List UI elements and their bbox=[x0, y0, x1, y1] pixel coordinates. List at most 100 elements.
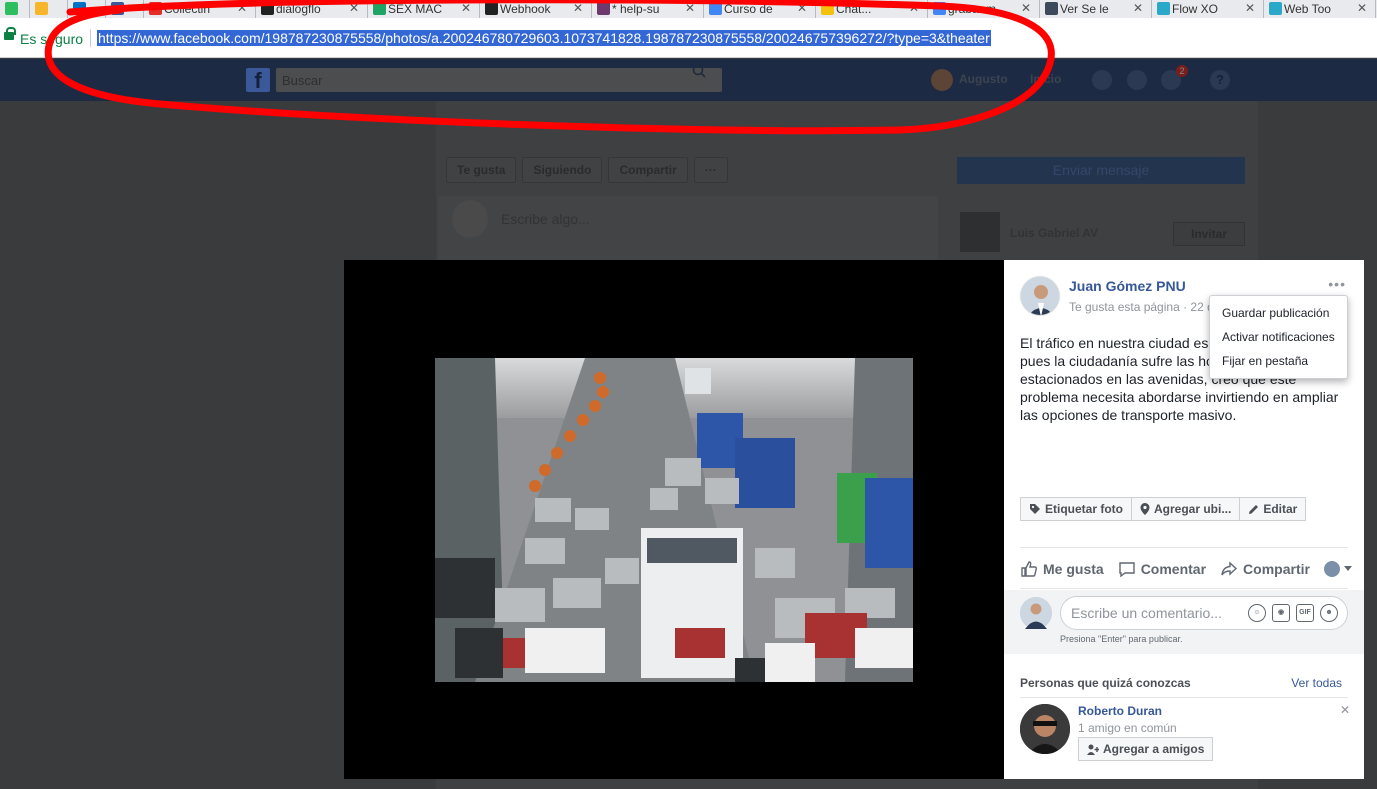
facebook-icon bbox=[111, 2, 124, 15]
suggested-person-photo bbox=[960, 212, 1000, 252]
author-avatar[interactable] bbox=[1020, 276, 1060, 316]
browser-tab-label: Web Too bbox=[1284, 2, 1331, 16]
facebook-header: f Buscar Augusto Inicio 2 ? bbox=[0, 59, 1377, 101]
comment-label: Comentar bbox=[1140, 561, 1207, 577]
write-post-box[interactable] bbox=[438, 196, 938, 260]
add-friend-button[interactable]: Agregar a amigos bbox=[1078, 737, 1214, 761]
like-label: Me gusta bbox=[1043, 561, 1104, 577]
more-options-icon[interactable]: ••• bbox=[1328, 276, 1346, 292]
browser-tab-label: Chat... bbox=[836, 2, 872, 16]
tab-close-icon[interactable]: ✕ bbox=[909, 1, 919, 15]
edit-button[interactable]: Editar bbox=[1240, 497, 1307, 521]
browser-tab[interactable]: * help-su ✕ bbox=[592, 0, 704, 18]
video-icon bbox=[1045, 2, 1058, 15]
post-as-selector[interactable] bbox=[1323, 561, 1352, 577]
user-name-link[interactable]: Augusto bbox=[959, 72, 1008, 86]
tab-close-icon[interactable]: ✕ bbox=[349, 1, 359, 15]
suggested-friend-name[interactable]: Roberto Duran bbox=[1078, 704, 1162, 718]
tab-close-icon[interactable]: ✕ bbox=[461, 1, 471, 15]
gif-icon[interactable]: GIF bbox=[1296, 604, 1314, 622]
flowxo-icon bbox=[1269, 2, 1282, 15]
tag-photo-label: Etiquetar foto bbox=[1045, 502, 1123, 516]
browser-tab[interactable]: Flow XO ✕ bbox=[1152, 0, 1264, 18]
messenger-icon[interactable] bbox=[1127, 70, 1147, 90]
suggested-friend-photo-icon bbox=[1020, 704, 1070, 754]
author-name-link[interactable]: Juan Gómez PNU bbox=[1069, 278, 1186, 294]
close-icon[interactable]: ✕ bbox=[1340, 703, 1350, 717]
page-following-button[interactable]: Siguiendo bbox=[522, 157, 603, 183]
help-icon[interactable]: ? bbox=[1210, 70, 1230, 90]
browser-tab[interactable]: Collectin ✕ bbox=[144, 0, 256, 18]
comment-composer: Escribe un comentario... ☺ ◉ GIF ☻ Presi… bbox=[1004, 590, 1364, 654]
invite-button[interactable]: Invitar bbox=[1173, 222, 1245, 246]
search-icon[interactable] bbox=[692, 64, 706, 78]
facebook-search-input[interactable]: Buscar bbox=[276, 68, 722, 92]
add-location-button[interactable]: Agregar ubi... bbox=[1132, 497, 1241, 521]
browser-tab[interactable]: Web Too ✕ bbox=[1264, 0, 1376, 18]
mutual-friends-count[interactable]: 1 amigo en común bbox=[1078, 721, 1177, 735]
evernote-icon bbox=[5, 2, 18, 15]
location-pin-icon bbox=[1140, 503, 1150, 515]
like-button[interactable]: Me gusta bbox=[1020, 560, 1104, 578]
tab-close-icon[interactable]: ✕ bbox=[237, 1, 247, 15]
browser-tab[interactable]: Chat... ✕ bbox=[816, 0, 928, 18]
browser-tab[interactable]: grabar m ✕ bbox=[928, 0, 1040, 18]
write-post-placeholder[interactable]: Escribe algo... bbox=[501, 211, 590, 227]
traffic-photo[interactable] bbox=[435, 358, 913, 682]
author-photo-icon bbox=[1021, 277, 1059, 315]
facebook-logo-icon[interactable]: f bbox=[246, 68, 270, 93]
browser-tab[interactable] bbox=[68, 0, 106, 18]
send-message-button[interactable]: Enviar mensaje bbox=[957, 157, 1245, 184]
address-bar[interactable]: Es seguro https://www.facebook.com/19878… bbox=[0, 18, 1377, 58]
comment-button[interactable]: Comentar bbox=[1118, 560, 1206, 578]
page-share-button[interactable]: Compartir bbox=[608, 157, 688, 183]
browser-tab-label: * help-su bbox=[612, 2, 660, 16]
tab-close-icon[interactable]: ✕ bbox=[1357, 1, 1367, 15]
menu-item-enable-notifications[interactable]: Activar notificaciones bbox=[1210, 325, 1347, 349]
composer-avatar bbox=[452, 200, 488, 238]
tab-close-icon[interactable]: ✕ bbox=[1245, 1, 1255, 15]
browser-tab[interactable] bbox=[106, 0, 144, 18]
friend-requests-icon[interactable] bbox=[1092, 70, 1112, 90]
browser-tab[interactable]: SEX MAC ✕ bbox=[368, 0, 480, 18]
user-avatar[interactable] bbox=[931, 69, 953, 91]
browser-tab-label: Collectin bbox=[164, 2, 211, 16]
photo-details-panel: Juan Gómez PNU Te gusta esta página · 22… bbox=[1004, 260, 1364, 779]
browser-tab-label: Webhook bbox=[500, 2, 551, 16]
keep-icon bbox=[35, 2, 48, 15]
browser-tab[interactable]: Webhook ✕ bbox=[480, 0, 592, 18]
camera-icon[interactable]: ◉ bbox=[1272, 604, 1290, 622]
tab-close-icon[interactable]: ✕ bbox=[1133, 1, 1143, 15]
browser-tab[interactable]: dialogflo ✕ bbox=[256, 0, 368, 18]
browser-tab[interactable] bbox=[30, 0, 68, 18]
tab-close-icon[interactable]: ✕ bbox=[797, 1, 807, 15]
url-text[interactable]: https://www.facebook.com/198787230875558… bbox=[97, 30, 991, 46]
browser-tab[interactable]: Curso de ✕ bbox=[704, 0, 816, 18]
chevron-down-icon bbox=[1343, 566, 1352, 571]
browser-tab[interactable] bbox=[0, 0, 30, 18]
share-button[interactable]: Compartir bbox=[1220, 560, 1310, 578]
menu-item-pin-to-tab[interactable]: Fijar en pestaña bbox=[1210, 349, 1347, 373]
page-more-button[interactable]: ··· bbox=[693, 157, 728, 183]
tag-photo-button[interactable]: Etiquetar foto bbox=[1020, 497, 1132, 521]
author-meta: Te gusta esta página · 22 de bbox=[1069, 300, 1221, 314]
sticker-icon[interactable]: ☻ bbox=[1320, 604, 1338, 622]
browser-tab-label: Flow XO bbox=[1172, 2, 1219, 16]
suggested-friend-avatar[interactable] bbox=[1020, 704, 1070, 754]
github-icon bbox=[261, 2, 274, 15]
suggested-person-name[interactable]: Luis Gabriel AV bbox=[1010, 226, 1098, 240]
folder-icon bbox=[821, 2, 834, 15]
edit-label: Editar bbox=[1263, 502, 1298, 516]
see-all-link[interactable]: Ver todas bbox=[1291, 676, 1342, 690]
browser-tab-label: dialogflo bbox=[276, 2, 321, 16]
page-like-button[interactable]: Te gusta bbox=[446, 157, 517, 183]
menu-item-save-post[interactable]: Guardar publicación bbox=[1210, 301, 1347, 325]
tab-close-icon[interactable]: ✕ bbox=[1021, 1, 1031, 15]
browser-tab[interactable]: Ver Se le ✕ bbox=[1040, 0, 1152, 18]
secure-label[interactable]: Es seguro bbox=[20, 31, 83, 47]
tab-close-icon[interactable]: ✕ bbox=[685, 1, 695, 15]
emoji-icon[interactable]: ☺ bbox=[1248, 604, 1266, 622]
tab-close-icon[interactable]: ✕ bbox=[573, 1, 583, 15]
slack-icon bbox=[597, 2, 610, 15]
home-link[interactable]: Inicio bbox=[1030, 72, 1061, 86]
